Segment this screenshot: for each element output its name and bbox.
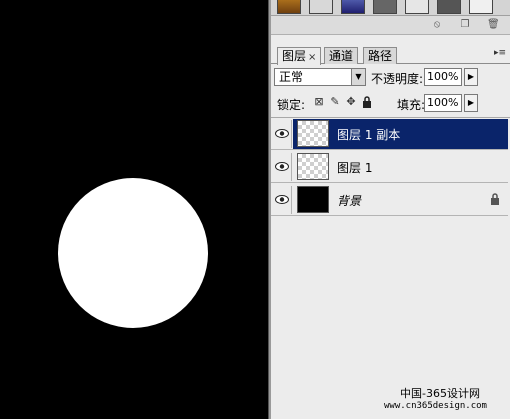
lock-label: 锁定: [277,98,306,112]
tab-layers-label: 图层 [282,49,307,63]
layer-row[interactable]: 图层 1 副本 [271,118,508,150]
layer-name-cell[interactable]: 背景 [293,185,508,215]
eye-icon [275,129,289,138]
layers-panel: ⦸ ❐ 🗑 图层 × 通道 路径 ▸≡ 正常 ▼ 不透明度: 100% ▶ 锁定:… [271,0,510,419]
layer-row[interactable]: 图层 1 [271,151,508,183]
blend-mode-value: 正常 [279,70,304,84]
fill-input[interactable]: 100% [424,94,462,112]
opacity-label: 不透明度: [371,72,424,86]
blend-mode-select[interactable]: 正常 ▼ [274,68,366,86]
lock-fill-row: 锁定: ⊠ ✎ ✥ 填充: 100% ▶ [271,92,510,114]
layer-name-cell[interactable]: 图层 1 副本 [293,119,508,149]
lock-brush-icon[interactable]: ✎ [329,96,341,108]
lock-transparent-icon[interactable]: ⊠ [313,96,325,108]
opacity-slider-arrow-icon[interactable]: ▶ [464,68,478,86]
layer-row[interactable]: 背景 [271,184,508,216]
white-circle-shape [58,178,208,328]
style-swatch-white[interactable] [469,0,493,14]
styles-swatch-strip [271,0,510,16]
watermark-url: www.cn365design.com [384,401,487,411]
opacity-input[interactable]: 100% [424,68,462,86]
tab-paths-label: 路径 [368,49,393,63]
watermark-title: 中国-365设计网 [400,387,480,400]
styles-toolbar: ⦸ ❐ 🗑 [271,16,510,35]
eye-icon [275,162,289,171]
layer-name: 背景 [337,194,362,208]
layer-name: 图层 1 副本 [337,128,401,142]
fill-slider-arrow-icon[interactable]: ▶ [464,94,478,112]
style-swatch-pattern[interactable] [309,0,333,14]
visibility-toggle[interactable] [272,120,292,148]
tab-paths[interactable]: 路径 [363,47,398,64]
chevron-down-icon[interactable]: ▼ [351,69,365,85]
visibility-toggle[interactable] [272,153,292,181]
eye-icon [275,195,289,204]
lock-all-icon[interactable] [361,96,373,108]
document-canvas[interactable] [0,0,270,419]
tab-layers[interactable]: 图层 × [277,47,322,65]
layer-name-cell[interactable]: 图层 1 [293,152,508,182]
visibility-toggle[interactable] [272,186,292,214]
layer-thumbnail [297,153,329,180]
tab-channels[interactable]: 通道 [324,47,359,64]
style-swatch-light[interactable] [405,0,429,14]
layer-thumbnail [297,120,329,147]
layer-name: 图层 1 [337,161,373,175]
new-style-icon[interactable]: ❐ [459,19,471,31]
style-swatch-dark[interactable] [437,0,461,14]
lock-move-icon[interactable]: ✥ [345,96,357,108]
style-swatch-blue[interactable] [341,0,365,14]
style-swatch-gold[interactable] [277,0,301,14]
style-swatch-gray-dark[interactable] [373,0,397,14]
layers-list: 图层 1 副本 图层 1 背景 [271,117,510,419]
panel-menu-icon[interactable]: ▸≡ [494,48,506,58]
fill-label: 填充: [397,98,426,112]
lock-icon [491,193,499,205]
clear-style-icon[interactable]: ⦸ [431,19,443,31]
layer-thumbnail [297,186,329,213]
tab-channels-label: 通道 [329,49,354,63]
trash-icon[interactable]: 🗑 [487,19,500,31]
blend-opacity-row: 正常 ▼ 不透明度: 100% ▶ [271,66,510,88]
panel-tabs: 图层 × 通道 路径 ▸≡ [271,44,510,65]
close-icon[interactable]: × [308,52,316,63]
